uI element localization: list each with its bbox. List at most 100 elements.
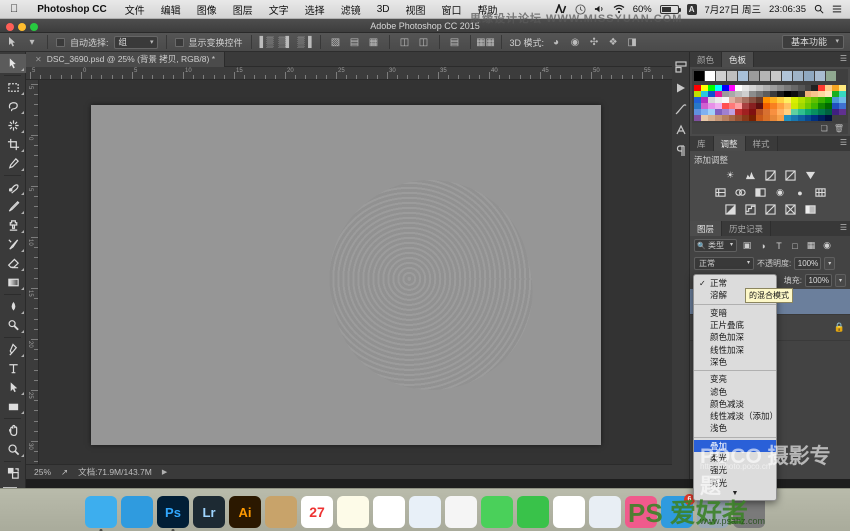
tab-styles[interactable]: 样式: [745, 136, 778, 151]
close-window-button[interactable]: [6, 22, 14, 31]
swatch-cell[interactable]: [738, 71, 748, 81]
dock-item-launchpad[interactable]: [697, 496, 729, 528]
blend-mode-item[interactable]: 叠加: [694, 439, 776, 452]
share-icon[interactable]: ↗: [61, 467, 68, 478]
pen-tool[interactable]: [0, 340, 26, 359]
vibrance-icon[interactable]: [804, 169, 817, 182]
threshold-icon[interactable]: [764, 203, 777, 216]
blend-mode-dropdown[interactable]: 正常: [694, 257, 754, 270]
swatch-cell[interactable]: [763, 115, 770, 121]
blend-mode-menu[interactable]: ✓ 正常 溶解 变暗 正片叠底 颜色加深 线性加深 深色 变亮 滤色 颜色减淡 线性减淡（添加） 浅色叠…: [693, 274, 777, 501]
menu-image[interactable]: 图像: [189, 2, 225, 17]
exposure-icon[interactable]: [784, 169, 797, 182]
gradient-tool[interactable]: [0, 273, 26, 292]
menu-3d[interactable]: 3D: [369, 4, 398, 15]
menu-filter[interactable]: 滤镜: [333, 2, 369, 17]
swatch-cell[interactable]: [783, 115, 791, 121]
selective-color-icon[interactable]: [784, 203, 797, 216]
tab-adjustments[interactable]: 调整: [713, 136, 746, 151]
blend-mode-item[interactable]: 强光: [694, 464, 776, 476]
photo-filter-icon[interactable]: ◉: [774, 186, 787, 199]
vertical-ruler[interactable]: 5 0 5 10 15 20 25 30: [26, 80, 39, 464]
align-bottom-edges-icon[interactable]: ▦: [367, 35, 381, 49]
auto-select-checkbox[interactable]: [56, 37, 65, 47]
swatch-cell[interactable]: [804, 115, 812, 121]
brush-tool[interactable]: [0, 197, 26, 216]
document-tab[interactable]: ✕ DSC_3690.psd @ 25% (背景 拷贝, RGB/8) *: [26, 51, 226, 67]
blend-mode-item[interactable]: 线性减淡（添加）: [694, 410, 776, 422]
align-right-edges-icon[interactable]: ▒▐: [297, 35, 311, 49]
swatch-cell[interactable]: [771, 71, 781, 81]
swatch-cell[interactable]: [749, 115, 757, 121]
black-white-icon[interactable]: [754, 186, 767, 199]
swatch-cell[interactable]: [782, 71, 792, 81]
menu-type[interactable]: 文字: [261, 2, 297, 17]
swatch-cell[interactable]: [707, 115, 715, 121]
dock-item-preview[interactable]: [409, 496, 441, 528]
canvas-area[interactable]: [39, 80, 672, 464]
brightness-contrast-icon[interactable]: ☀: [724, 169, 737, 182]
filter-type-icon[interactable]: T: [773, 241, 785, 251]
align-vertical-centers-icon[interactable]: ▤: [348, 35, 362, 49]
paragraph-icon[interactable]: [672, 140, 690, 161]
dock-item-notes[interactable]: [337, 496, 369, 528]
invert-icon[interactable]: [724, 203, 737, 216]
blend-mode-item[interactable]: 变暗: [694, 307, 776, 319]
adobe-cc-icon[interactable]: [554, 4, 567, 14]
swatch-cell[interactable]: [756, 115, 764, 121]
dock-item-itunes[interactable]: [625, 496, 657, 528]
dock-item-lightroom[interactable]: Lr: [193, 496, 225, 528]
scroll-down-arrow[interactable]: ▼: [694, 488, 776, 498]
dock-item-keynote[interactable]: [589, 496, 621, 528]
swatch-cell[interactable]: [694, 71, 704, 81]
align-left-edges-icon[interactable]: ▌▒: [259, 35, 273, 49]
blend-mode-item[interactable]: 亮光: [694, 476, 776, 488]
horizontal-ruler[interactable]: 5 0 5 10 15 20 25 30 35 40 45 50 55: [26, 67, 672, 80]
battery-icon[interactable]: [659, 4, 681, 14]
minimize-window-button[interactable]: [18, 22, 26, 31]
type-tool[interactable]: [0, 359, 26, 378]
healing-brush-tool[interactable]: [0, 178, 26, 197]
dock-item-facetime[interactable]: [517, 496, 549, 528]
delete-swatch-icon[interactable]: 🗑: [834, 124, 844, 133]
orbit-3d-icon[interactable]: ◕: [549, 35, 563, 49]
slide-3d-icon[interactable]: ❖: [606, 35, 620, 49]
lasso-tool[interactable]: [0, 97, 26, 116]
hand-tool[interactable]: [0, 421, 26, 440]
history-snapshot-icon[interactable]: [672, 98, 690, 119]
swatch-cell[interactable]: [760, 71, 770, 81]
filter-adjustment-icon[interactable]: ◑: [757, 241, 769, 251]
dock-item-photos[interactable]: [445, 496, 477, 528]
dock-item-safari[interactable]: [121, 496, 153, 528]
swatch-cell[interactable]: [776, 115, 784, 121]
swatch-cell[interactable]: [818, 115, 826, 121]
crop-tool[interactable]: [0, 135, 26, 154]
filter-shape-icon[interactable]: □: [789, 241, 801, 251]
zoom-tool[interactable]: [0, 440, 26, 459]
swatch-cell[interactable]: [721, 115, 729, 121]
blend-mode-item[interactable]: 变亮: [694, 373, 776, 385]
dock-item-calendar[interactable]: 27: [301, 496, 333, 528]
swatch-cell[interactable]: [811, 115, 819, 121]
workspace-switcher[interactable]: 基本功能: [781, 35, 844, 49]
move-tool-icon[interactable]: [6, 35, 20, 49]
swatch-cell[interactable]: [839, 109, 846, 115]
dock-item-reminders[interactable]: [373, 496, 405, 528]
tab-library[interactable]: 库: [690, 136, 714, 151]
blend-mode-item[interactable]: 颜色加深: [694, 331, 776, 343]
fill-value[interactable]: 100%: [805, 274, 832, 287]
dock-item-finder[interactable]: [85, 496, 117, 531]
menu-help[interactable]: 帮助: [469, 2, 505, 17]
blend-mode-item[interactable]: 柔光: [694, 452, 776, 464]
show-transform-controls-checkbox[interactable]: [174, 37, 184, 47]
image-canvas[interactable]: [91, 105, 601, 445]
history-brush-tool[interactable]: [0, 235, 26, 254]
gradient-map-icon[interactable]: [804, 203, 817, 216]
swatch-cell[interactable]: [832, 109, 840, 115]
spotlight-search-icon[interactable]: [814, 4, 824, 14]
swatch-cell[interactable]: [716, 71, 726, 81]
filter-toggle-icon[interactable]: ◉: [821, 240, 833, 251]
swatch-cell[interactable]: [790, 115, 798, 121]
blend-mode-item[interactable]: 滤色: [694, 385, 776, 397]
input-source-indicator[interactable]: A: [686, 3, 697, 15]
